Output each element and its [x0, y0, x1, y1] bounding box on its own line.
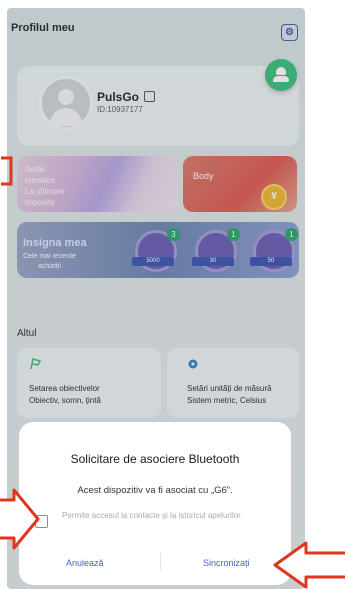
- dialog-message: Acest dispozitiv va fi asociat cu „G6”.: [77, 485, 233, 496]
- sync-button[interactable]: Sincronizați: [203, 558, 250, 568]
- cancel-button[interactable]: Anulează: [66, 558, 104, 568]
- annotation-arrow-right: [273, 541, 345, 589]
- annotation-arrow-left: [0, 488, 40, 550]
- annotation-bracket: [1, 156, 13, 186]
- contacts-access-label[interactable]: Permite accesul la contacte și la istori…: [62, 511, 274, 521]
- button-divider: [160, 553, 161, 571]
- bluetooth-pairing-dialog: Solicitare de asociere Bluetooth Acest d…: [19, 422, 291, 585]
- dialog-title: Solicitare de asociere Bluetooth: [70, 452, 240, 466]
